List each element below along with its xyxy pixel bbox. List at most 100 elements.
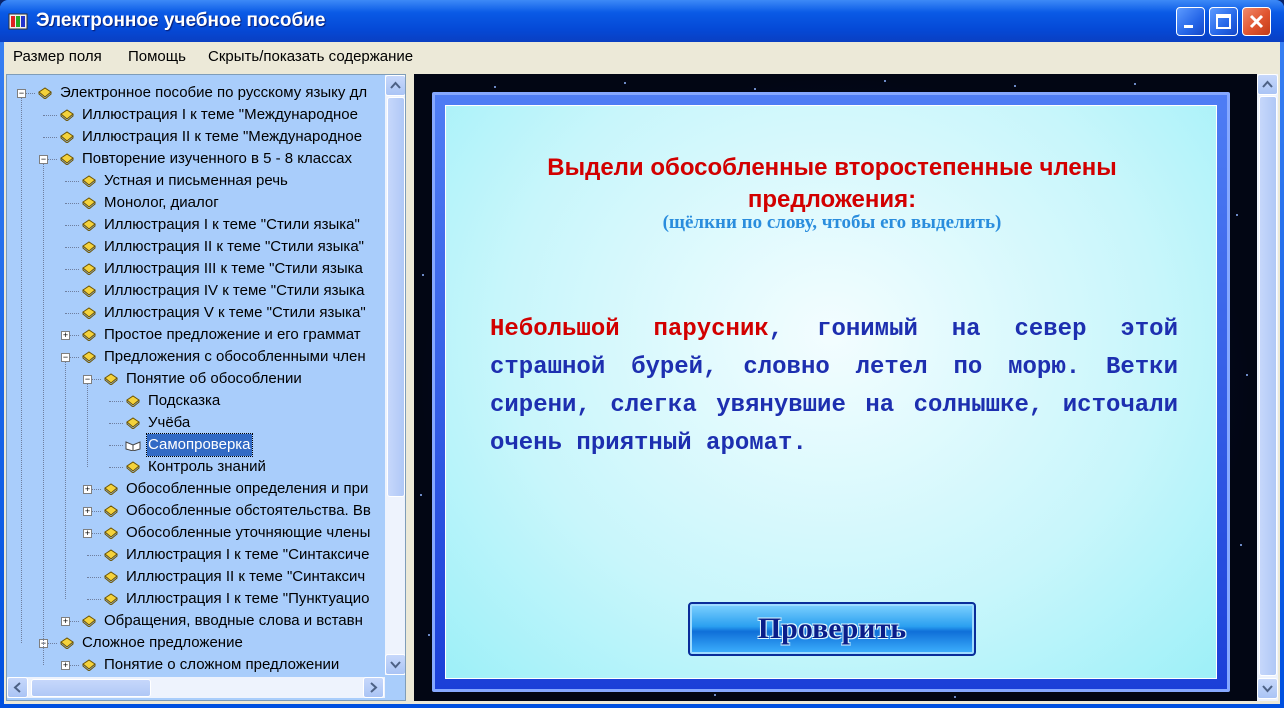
tree-connector (43, 137, 57, 138)
contents-tree: Электронное пособие по русскому языку дл… (6, 74, 406, 701)
book-closed-icon (82, 285, 96, 297)
tree-connector (109, 401, 123, 402)
tree-collapse-button[interactable]: − (61, 353, 70, 362)
tree-connector (109, 467, 123, 468)
tree-connector (65, 362, 66, 599)
maximize-button[interactable] (1209, 7, 1238, 36)
book-closed-icon (82, 197, 96, 209)
tree-item-label: Самопроверка (146, 433, 253, 457)
tree-item-label: Иллюстрация IV к теме "Стили языка (104, 282, 365, 299)
tree-item-label: Устная и письменная речь (104, 172, 288, 189)
client-area: Электронное пособие по русскому языку дл… (4, 72, 1280, 704)
selected-word[interactable]: Небольшой (490, 316, 620, 343)
tree-connector (87, 384, 88, 467)
tree-scroll-right-button[interactable] (363, 677, 384, 698)
check-button[interactable]: Проверить (688, 602, 976, 656)
tree-item-label: Простое предложение и его граммат (104, 326, 361, 343)
book-closed-icon (126, 417, 140, 429)
tree-expand-button[interactable]: + (83, 529, 92, 538)
tree-item-label: Иллюстрация I к теме "Синтаксиче (126, 546, 370, 563)
tree-connector (65, 247, 79, 248)
tree-vertical-scroll-thumb[interactable] (387, 97, 405, 497)
star (494, 86, 496, 88)
close-icon (1249, 14, 1264, 29)
book-closed-icon (104, 571, 118, 583)
selected-word[interactable]: парусник (654, 316, 769, 343)
tree-connector (65, 269, 79, 270)
tree-connector (109, 445, 123, 446)
tree-item-label: Иллюстрация I к теме "Стили языка" (104, 216, 360, 233)
book-closed-icon (60, 131, 74, 143)
tree-connector (65, 291, 79, 292)
star (624, 82, 626, 84)
tree-expand-button[interactable]: + (61, 661, 70, 670)
tree-item-label: Обособленные уточняющие члены (126, 524, 371, 541)
book-closed-icon (82, 219, 96, 231)
title-bar[interactable]: Электронное учебное пособие (0, 0, 1284, 42)
chevron-right-icon (370, 682, 378, 693)
book-closed-icon (104, 593, 118, 605)
tree-connector (87, 599, 101, 600)
tree-item-label: Иллюстрация I к теме "Пунктуацио (126, 590, 370, 607)
tree-item-label: Предложения с обособленными член (104, 348, 366, 365)
book-closed-icon (82, 615, 96, 627)
minimize-icon (1184, 25, 1193, 28)
book-closed-icon (82, 329, 96, 341)
exercise-hint: (щёлкни по слову, чтобы его выделить) (662, 212, 1002, 233)
book-closed-icon (82, 263, 96, 275)
chevron-up-icon (1262, 80, 1273, 88)
content-scroll-down-button[interactable] (1257, 678, 1278, 699)
book-closed-icon (60, 109, 74, 121)
tree-collapse-button[interactable]: − (17, 89, 26, 98)
chevron-down-icon (1262, 685, 1273, 693)
book-closed-icon (60, 637, 74, 649)
exercise-panel: Выдели обособленные второстепенные члены… (445, 105, 1217, 679)
book-closed-icon (82, 307, 96, 319)
passage-text[interactable] (620, 316, 654, 343)
minimize-button[interactable] (1176, 7, 1205, 36)
tree-horizontal-scroll-thumb[interactable] (31, 679, 151, 697)
tree-expand-button[interactable]: + (61, 617, 70, 626)
star (1246, 374, 1248, 376)
check-button-label: Проверить (757, 612, 907, 645)
content-scroll-up-button[interactable] (1257, 74, 1278, 95)
tree-scroll-up-button[interactable] (385, 75, 405, 96)
content-vertical-scroll-thumb[interactable] (1259, 96, 1277, 676)
tree-item-label: Иллюстрация II к теме "Стили языка" (104, 238, 364, 255)
book-closed-icon (82, 659, 96, 671)
tree-collapse-button[interactable]: − (83, 375, 92, 384)
exercise-passage: Небольшой парусник, гонимый на север это… (490, 311, 1178, 463)
book-closed-icon (104, 549, 118, 561)
star (422, 274, 424, 276)
tree-item-label: Обособленные определения и при (126, 480, 369, 497)
tree-item-label: Обращения, вводные слова и вставн (104, 612, 363, 629)
tree-connector (21, 98, 22, 643)
tree-scroll-left-button[interactable] (7, 677, 28, 698)
menu-toggle-contents[interactable]: Скрыть/показать содержание (208, 48, 413, 65)
exercise-title: Выдели обособленные второстепенные члены… (547, 154, 1117, 213)
chevron-down-icon (390, 661, 401, 669)
star (1236, 214, 1238, 216)
book-closed-icon (60, 153, 74, 165)
tree-expand-button[interactable]: + (83, 485, 92, 494)
tree-item-label: Иллюстрация V к теме "Стили языка" (104, 304, 366, 321)
star (1134, 83, 1136, 85)
tree-item-label: Контроль знаний (148, 458, 266, 475)
tree-item-label: Понятие об обособлении (126, 370, 302, 387)
menu-field-size[interactable]: Размер поля (13, 48, 102, 65)
close-button[interactable] (1242, 7, 1271, 36)
chevron-up-icon (390, 81, 401, 89)
app-icon (8, 13, 28, 30)
menu-help[interactable]: Помощь (128, 48, 186, 65)
tree-collapse-button[interactable]: − (39, 155, 48, 164)
tree-item-label: Обособленные обстоятельства. Вв (126, 502, 371, 519)
tree-item-label: Монолог, диалог (104, 194, 219, 211)
star (1014, 85, 1016, 87)
chevron-left-icon (13, 682, 21, 693)
window-title: Электронное учебное пособие (36, 10, 326, 31)
star (420, 494, 422, 496)
tree-scroll-down-button[interactable] (385, 654, 405, 675)
tree-expand-button[interactable]: + (83, 507, 92, 516)
tree-expand-button[interactable]: + (61, 331, 70, 340)
tree-connector (43, 164, 44, 665)
